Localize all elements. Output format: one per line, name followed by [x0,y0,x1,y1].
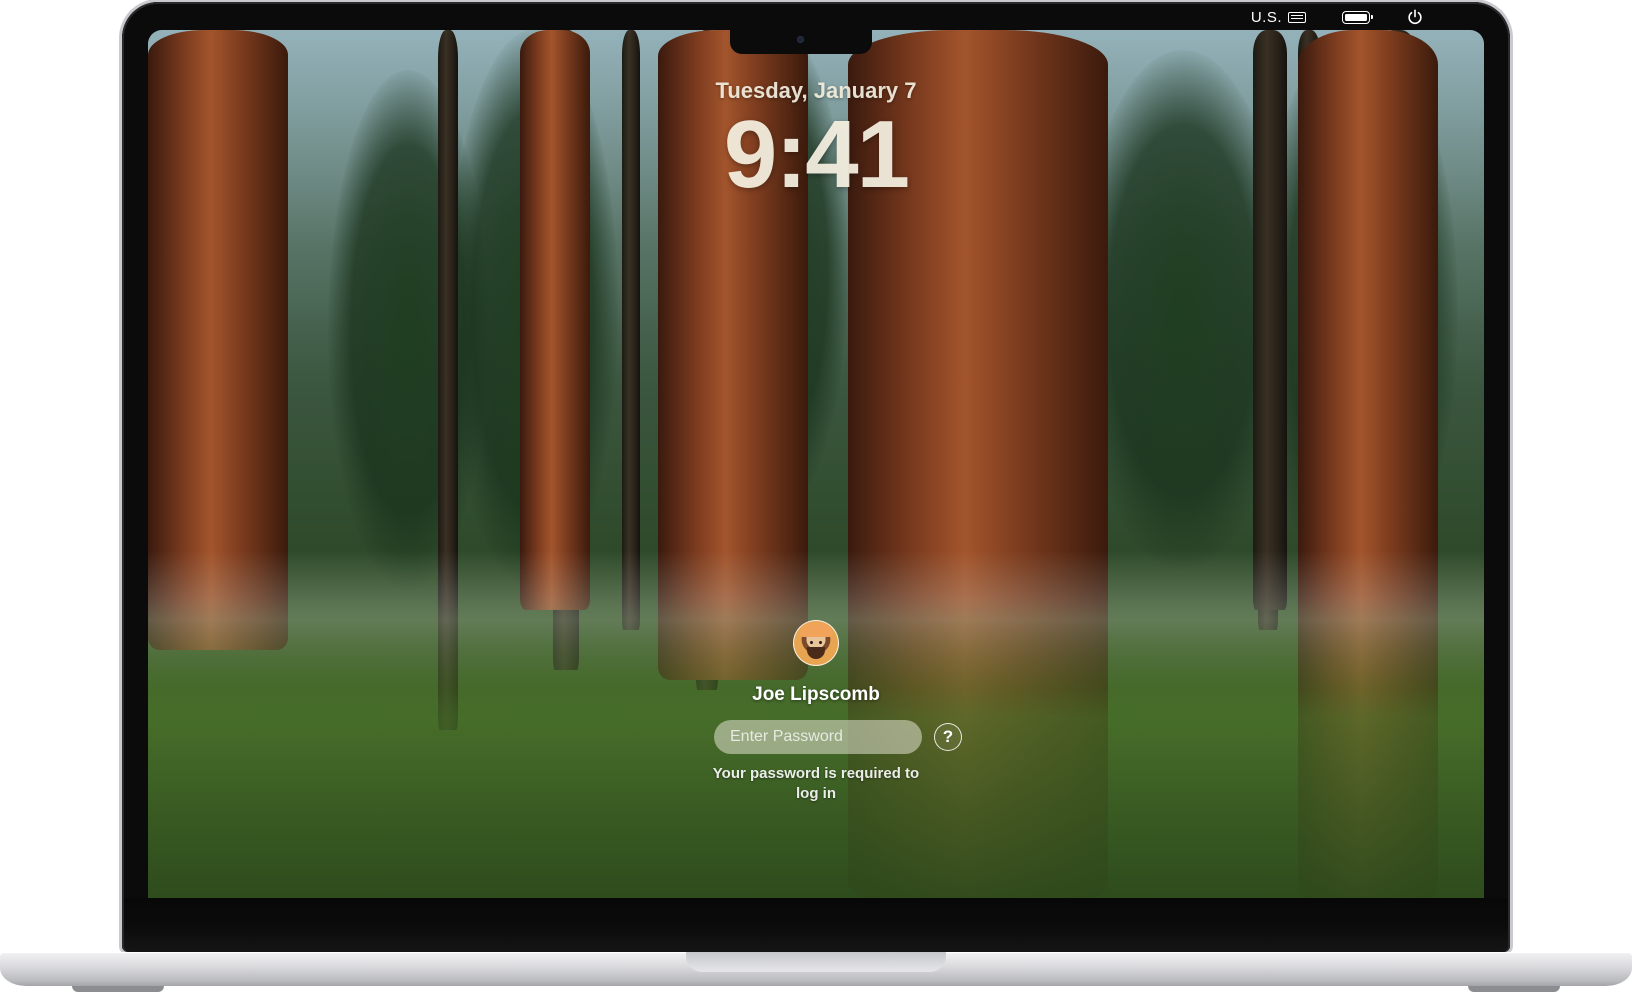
laptop-foot [72,986,164,992]
camera-notch [730,28,872,54]
avatar-beard [807,647,825,659]
laptop-chin [124,898,1508,952]
laptop-foot [1468,986,1560,992]
password-input[interactable] [714,720,922,754]
avatar-eye [810,641,813,644]
question-mark-icon: ? [942,727,954,746]
battery-icon[interactable] [1342,10,1373,24]
avatar-eye [819,641,822,644]
input-source-label: U.S. [1250,8,1282,26]
camera-icon [797,36,804,43]
login-panel: Joe Lipscomb ? Your password is required… [0,620,1632,804]
laptop-opening-notch [686,952,946,972]
user-avatar[interactable] [793,620,839,666]
password-row: ? [714,720,962,754]
password-hint-button[interactable]: ? [934,723,962,751]
power-icon[interactable] [1406,8,1424,26]
avatar-hat [800,623,832,637]
lock-time: 9:41 [723,101,910,208]
input-source-menu[interactable]: U.S. [1251,9,1306,26]
status-bar: U.S. [1251,8,1424,26]
username-label: Joe Lipscomb [752,684,880,705]
password-required-message: Your password is required to log in [712,765,920,802]
keyboard-icon [1288,11,1306,23]
laptop-stage: U.S. Tuesday, January 7 9:41 Joe Lipscom… [0,0,1632,996]
